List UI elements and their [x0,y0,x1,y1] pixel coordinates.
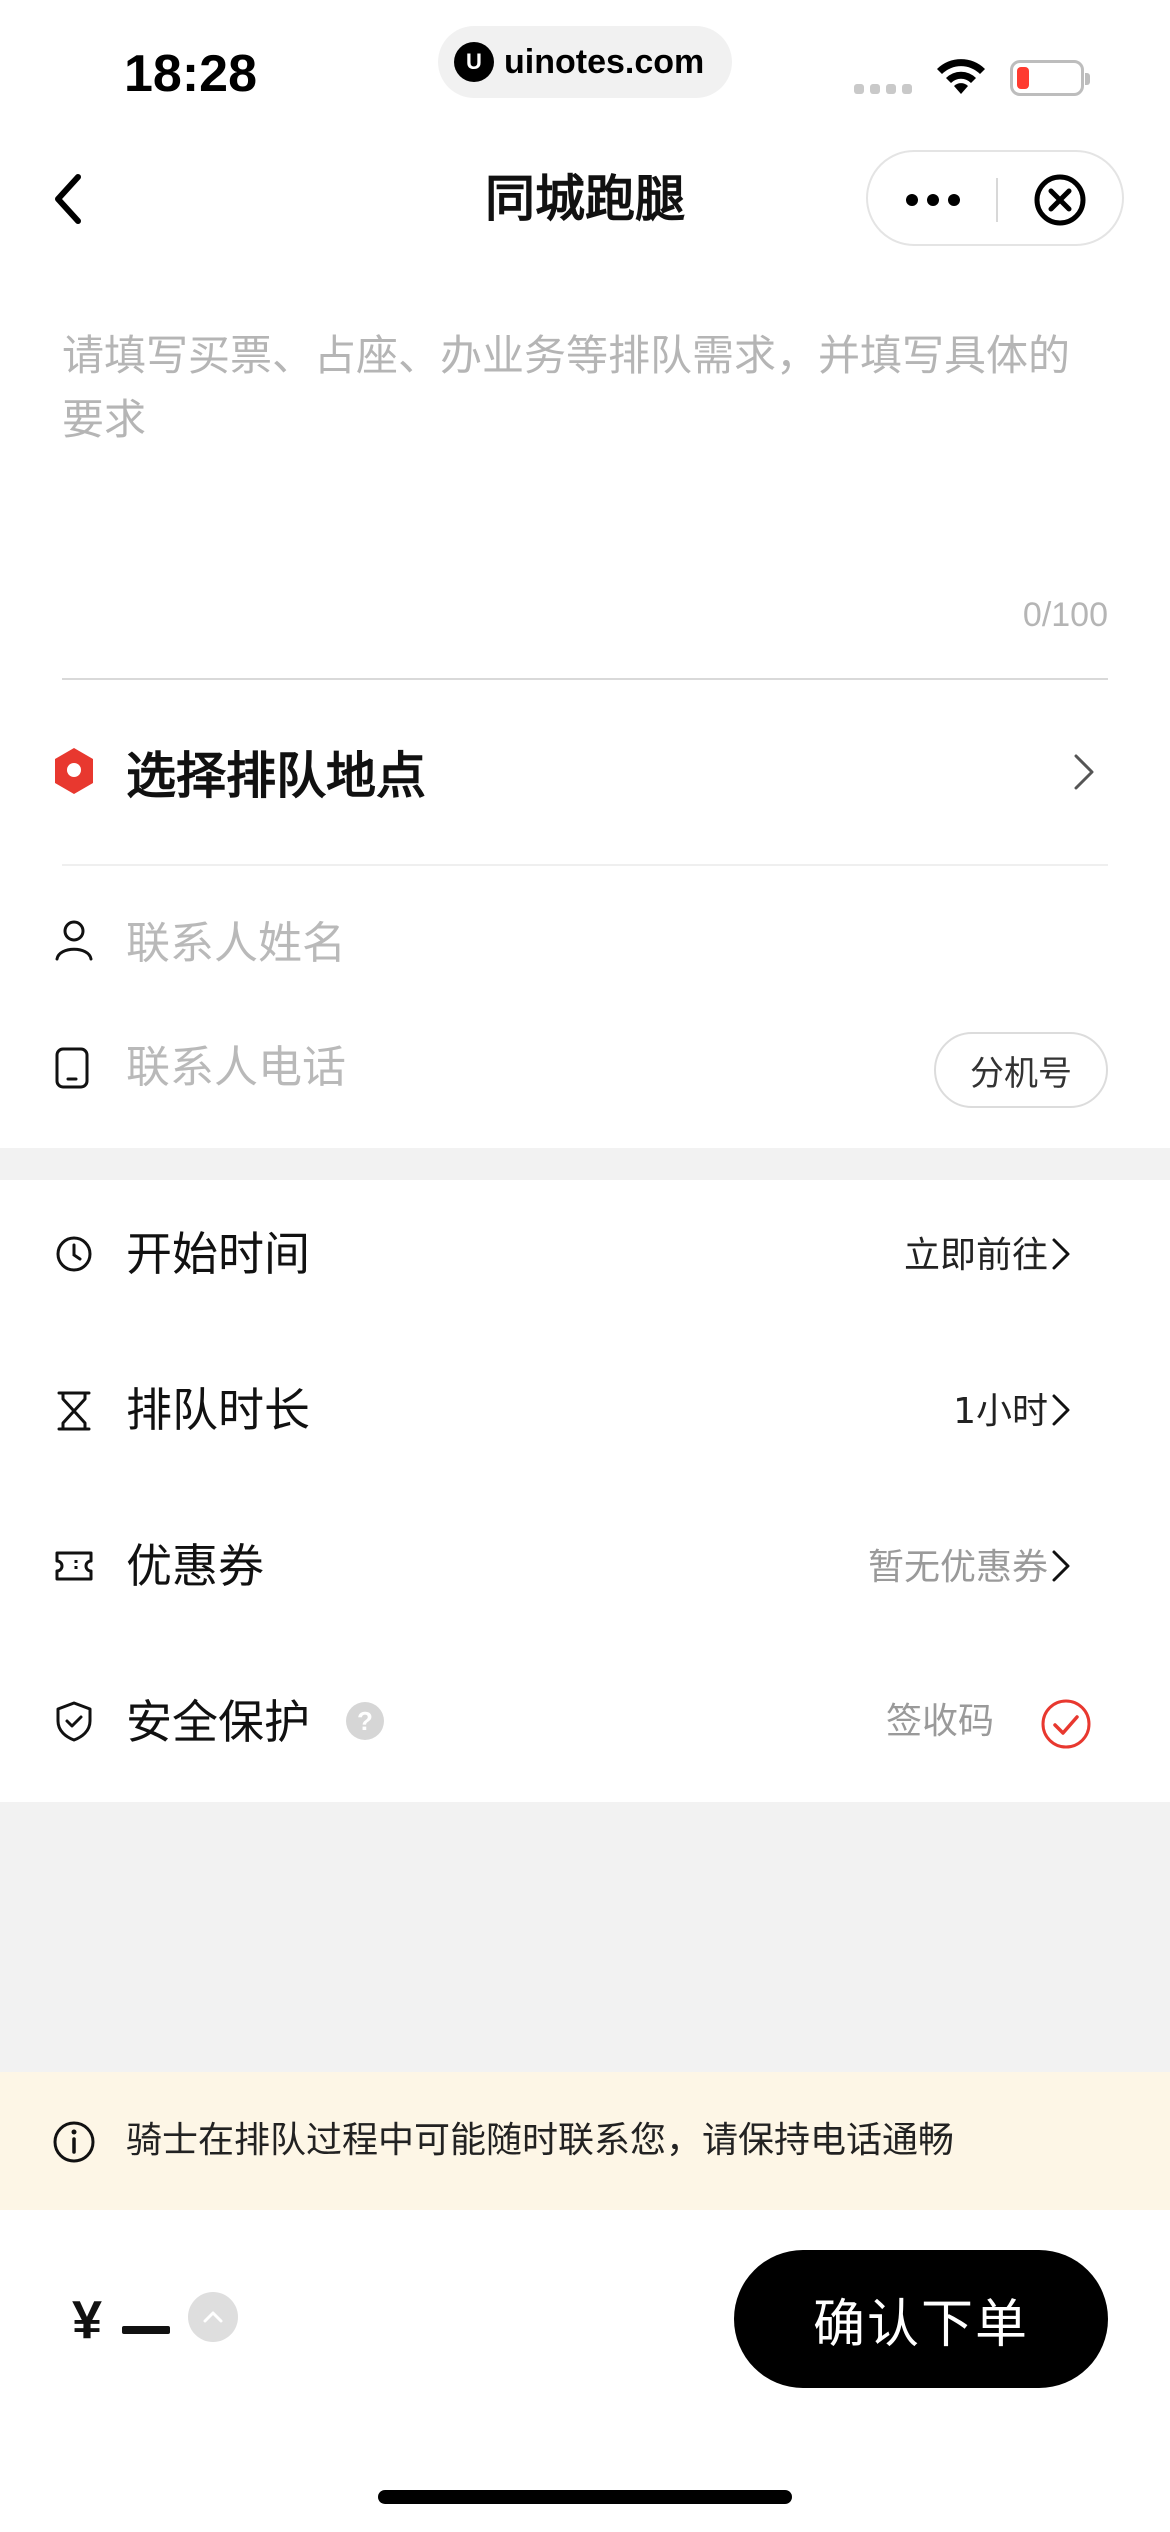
battery-icon [1010,60,1090,96]
chevron-right-icon [1052,1238,1070,1270]
shield-icon [56,1701,92,1742]
site-logo-letter: U [466,49,482,74]
start-time-value[interactable]: 立即前往 [904,1226,1048,1286]
start-time-label[interactable]: 开始时间 [126,1222,310,1286]
price-detail-toggle[interactable] [188,2292,238,2342]
safety-value[interactable]: 签收码 [886,1692,994,1752]
chevron-up-icon [203,2311,223,2323]
battery-level [1017,67,1029,89]
contact-phone-input[interactable]: 联系人电话 [126,1038,346,1098]
select-location-label[interactable]: 选择排队地点 [126,744,426,808]
phone-icon [55,1047,89,1089]
mini-program-capsule [866,150,1124,246]
price-currency: ¥ [72,2290,103,2350]
duration-value[interactable]: 1小时 [953,1382,1048,1442]
divider [62,864,1108,866]
person-icon [55,920,93,961]
more-button[interactable] [898,176,968,224]
status-bar: 18:28 U uinotes.com [0,0,1170,140]
help-icon[interactable]: ? [346,1702,384,1740]
ticket-icon [55,1551,93,1581]
hourglass-icon [57,1391,91,1431]
extension-button[interactable]: 分机号 [934,1032,1108,1108]
url-pill[interactable]: U uinotes.com [438,26,732,98]
content-spacer [0,1802,1170,2072]
coupon-label[interactable]: 优惠券 [126,1534,264,1598]
more-dots-icon [906,194,918,206]
info-icon [53,2121,95,2163]
check-circle-icon[interactable] [1040,1698,1092,1750]
demand-textarea[interactable]: 请填写买票、占座、办业务等排队需求，并填写具体的要求 [62,324,1108,524]
divider [62,678,1108,680]
close-circle-icon[interactable] [1032,172,1088,228]
wifi-icon [937,59,985,94]
chevron-right-icon [1052,1394,1070,1426]
capsule-divider [996,178,998,222]
char-count: 0/100 [1022,596,1108,634]
notice-text: 骑士在排队过程中可能随时联系您，请保持电话通畅 [126,2120,955,2161]
price-placeholder-dash [122,2326,170,2334]
safety-label[interactable]: 安全保护 [126,1690,310,1754]
coupon-value[interactable]: 暂无优惠券 [868,1538,1048,1598]
clock-icon [56,1236,92,1272]
site-logo-icon: U [454,42,494,82]
chevron-right-icon [1074,754,1094,790]
chevron-right-icon [1052,1550,1070,1582]
location-pin-icon [55,748,93,794]
url-text: uinotes.com [504,42,705,81]
confirm-order-button[interactable]: 确认下单 [734,2250,1108,2388]
status-time: 18:28 [124,45,257,103]
home-indicator [378,2490,792,2504]
duration-label[interactable]: 排队时长 [126,1378,310,1442]
contact-name-input[interactable]: 联系人姓名 [126,914,346,974]
section-gap [0,1148,1170,1180]
cellular-signal-icon [854,84,912,94]
